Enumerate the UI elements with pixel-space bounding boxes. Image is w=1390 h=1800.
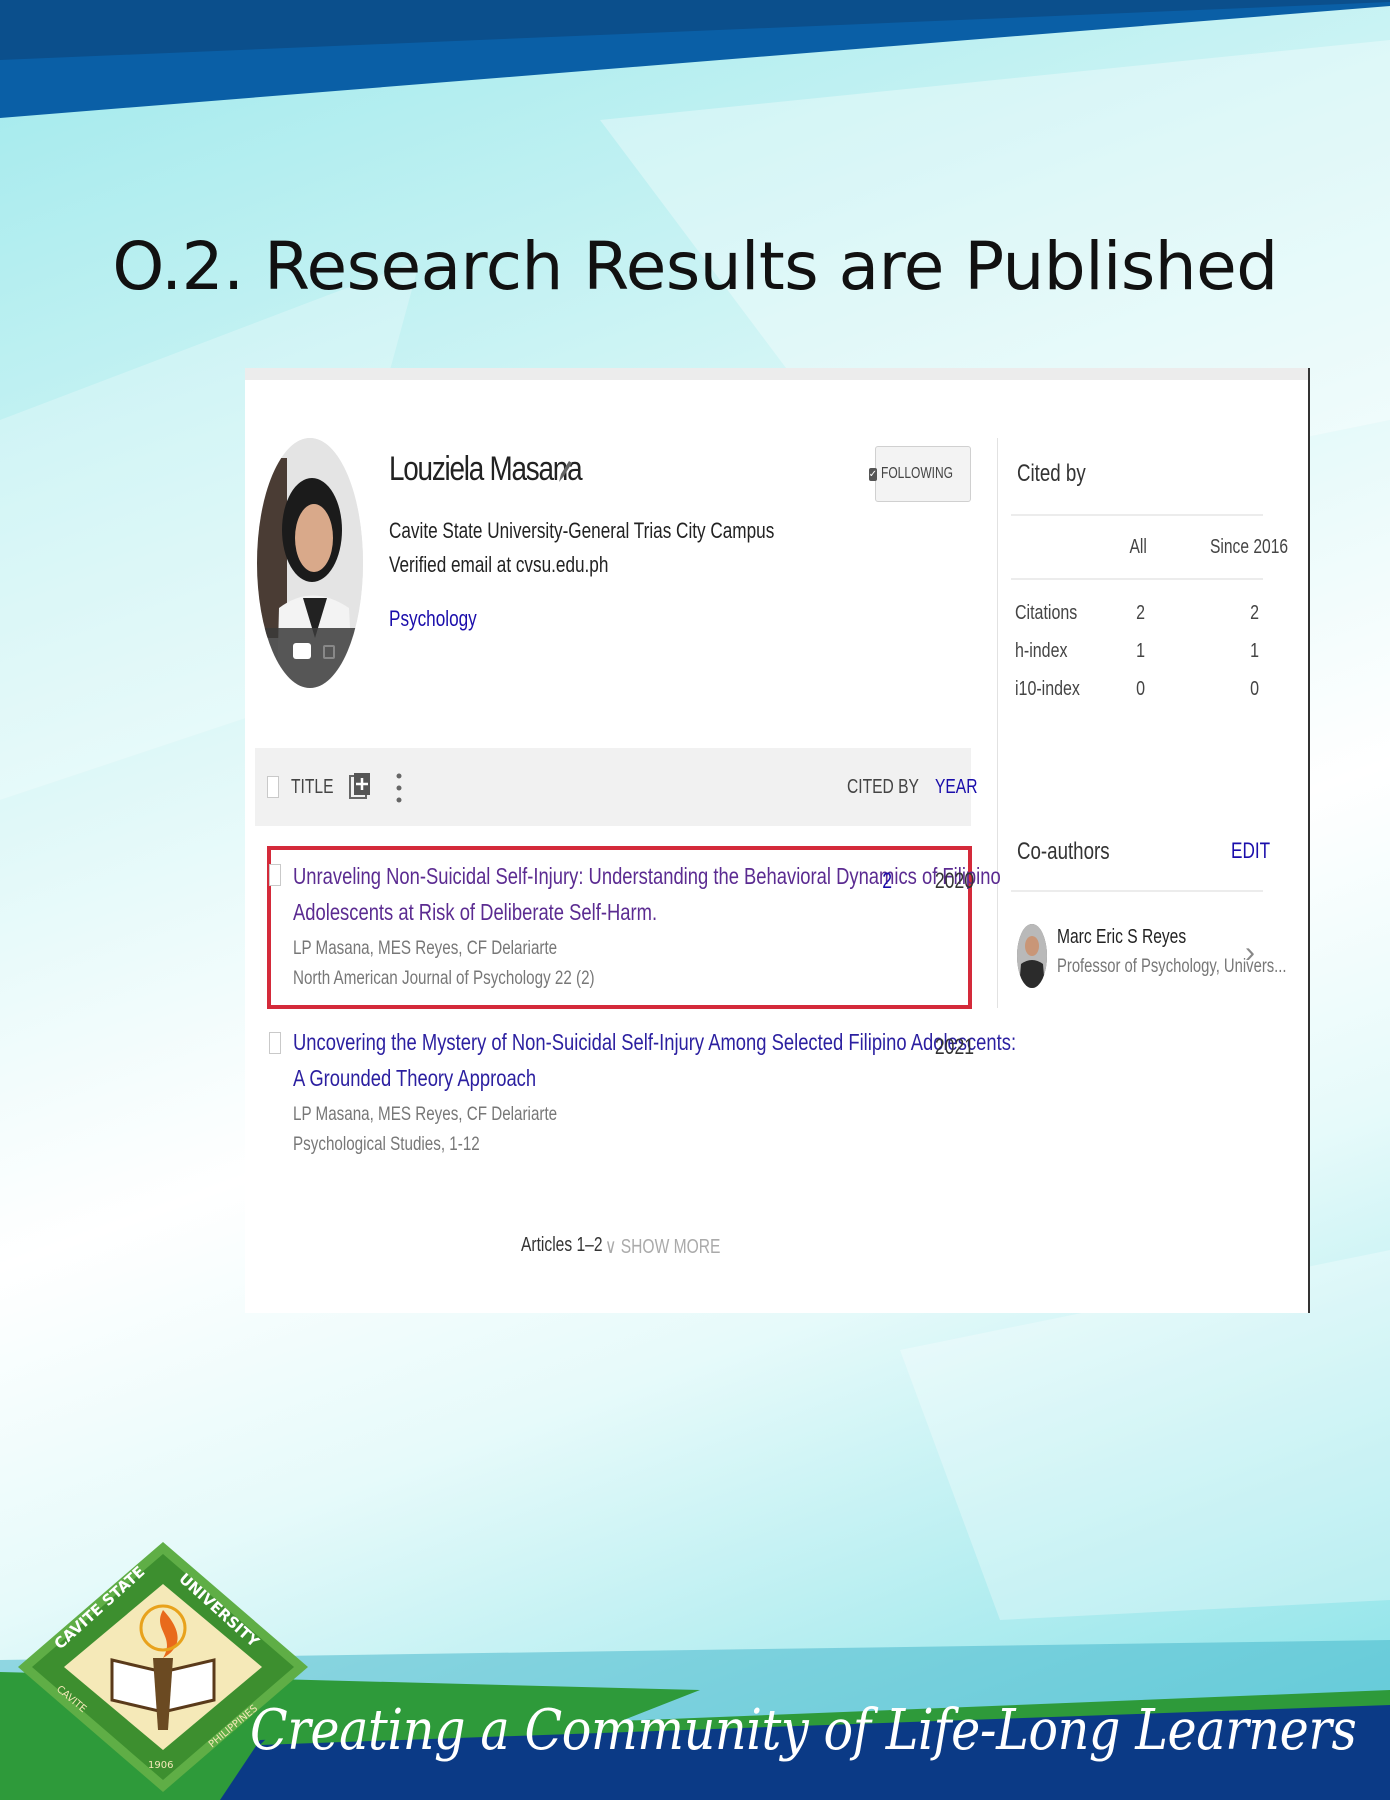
coauthor-avatar[interactable]: [1017, 924, 1047, 988]
cited-col-since: Since 2016: [1210, 536, 1289, 558]
cited-row-all: 1: [1136, 640, 1146, 662]
chevron-down-icon: ∨: [605, 1236, 621, 1258]
cited-row-label: i10-index: [1015, 678, 1080, 700]
edit-pencil-icon[interactable]: [555, 458, 573, 484]
cited-col-all: All: [1129, 536, 1147, 558]
cited-row-since: 2: [1250, 602, 1260, 624]
camera-icon[interactable]: [293, 643, 311, 659]
article-title-link[interactable]: Unraveling Non-Suicidal Self-Injury: Und…: [293, 858, 1001, 930]
coauthor-name[interactable]: Marc Eric S Reyes: [1057, 926, 1186, 949]
select-all-checkbox[interactable]: [267, 776, 279, 798]
article-checkbox[interactable]: [269, 864, 281, 886]
svg-text:1906: 1906: [148, 1760, 173, 1771]
cited-row-all: 2: [1136, 602, 1146, 624]
more-options-icon[interactable]: [395, 772, 403, 804]
cited-by-divider: [1011, 514, 1263, 516]
article-checkbox[interactable]: [269, 1032, 281, 1054]
coauthors-divider: [1011, 890, 1263, 892]
profile-email: Verified email at cvsu.edu.ph: [389, 552, 609, 577]
following-button[interactable]: ✓ FOLLOWING: [868, 446, 971, 502]
chevron-right-icon[interactable]: ›: [1245, 936, 1255, 970]
check-icon: ✓: [868, 467, 878, 481]
show-more-label: SHOW MORE: [620, 1236, 721, 1258]
cited-row-label: Citations: [1015, 602, 1078, 624]
show-more-button[interactable]: ∨ SHOW MORE: [605, 1234, 720, 1259]
coauthors-edit-link[interactable]: EDIT: [1231, 838, 1270, 864]
slide-tagline: Creating a Community of Life-Long Learne…: [250, 1698, 1357, 1763]
title-column-header[interactable]: TITLE: [291, 776, 333, 799]
article-title-line: Uncovering the Mystery of Non-Suicidal S…: [293, 1029, 1017, 1055]
profile-name: Louziela Masana: [389, 450, 583, 488]
add-article-icon[interactable]: [349, 772, 371, 800]
research-interest-link[interactable]: Psychology: [389, 606, 477, 632]
article-year: 2021: [934, 1034, 975, 1059]
profile-affiliation: Cavite State University-General Trias Ci…: [389, 518, 775, 543]
coauthors-title: Co-authors: [1017, 838, 1110, 865]
year-column-header[interactable]: YEAR: [935, 776, 977, 799]
article-cited-count[interactable]: 2: [882, 868, 892, 894]
article-authors: LP Masana, MES Reyes, CF Delariarte: [293, 938, 558, 959]
article-title-link[interactable]: Uncovering the Mystery of Non-Suicidal S…: [293, 1024, 1017, 1096]
cited-row-since: 0: [1250, 678, 1260, 700]
cited-by-header-divider: [1011, 578, 1263, 580]
cited-by-title: Cited by: [1017, 460, 1086, 487]
article-year: 2020: [934, 868, 975, 893]
cited-row-all: 0: [1136, 678, 1146, 700]
article-title-line: A Grounded Theory Approach: [293, 1065, 537, 1091]
articles-range: Articles 1–2: [521, 1234, 603, 1256]
delete-photo-icon[interactable]: [323, 645, 335, 659]
scholar-profile-screenshot: Louziela Masana Cavite State University-…: [245, 368, 1310, 1313]
article-title-line: Adolescents at Risk of Deliberate Self-H…: [293, 899, 658, 925]
cited-row-label: h-index: [1015, 640, 1068, 662]
article-title-line: Unraveling Non-Suicidal Self-Injury: Und…: [293, 863, 1001, 889]
following-label: FOLLOWING: [881, 465, 954, 482]
browser-top-bar: [245, 368, 1308, 380]
articles-table-header: TITLE CITED BY YEAR: [255, 748, 977, 826]
article-authors: LP Masana, MES Reyes, CF Delariarte: [293, 1104, 558, 1125]
column-divider: [997, 438, 998, 1008]
slide-title: O.2. Research Results are Published: [112, 228, 1278, 305]
cited-row-since: 1: [1250, 640, 1260, 662]
article-venue: Psychological Studies, 1-12: [293, 1134, 480, 1155]
article-venue: North American Journal of Psychology 22 …: [293, 968, 595, 989]
cited-by-column-header[interactable]: CITED BY: [847, 776, 919, 799]
